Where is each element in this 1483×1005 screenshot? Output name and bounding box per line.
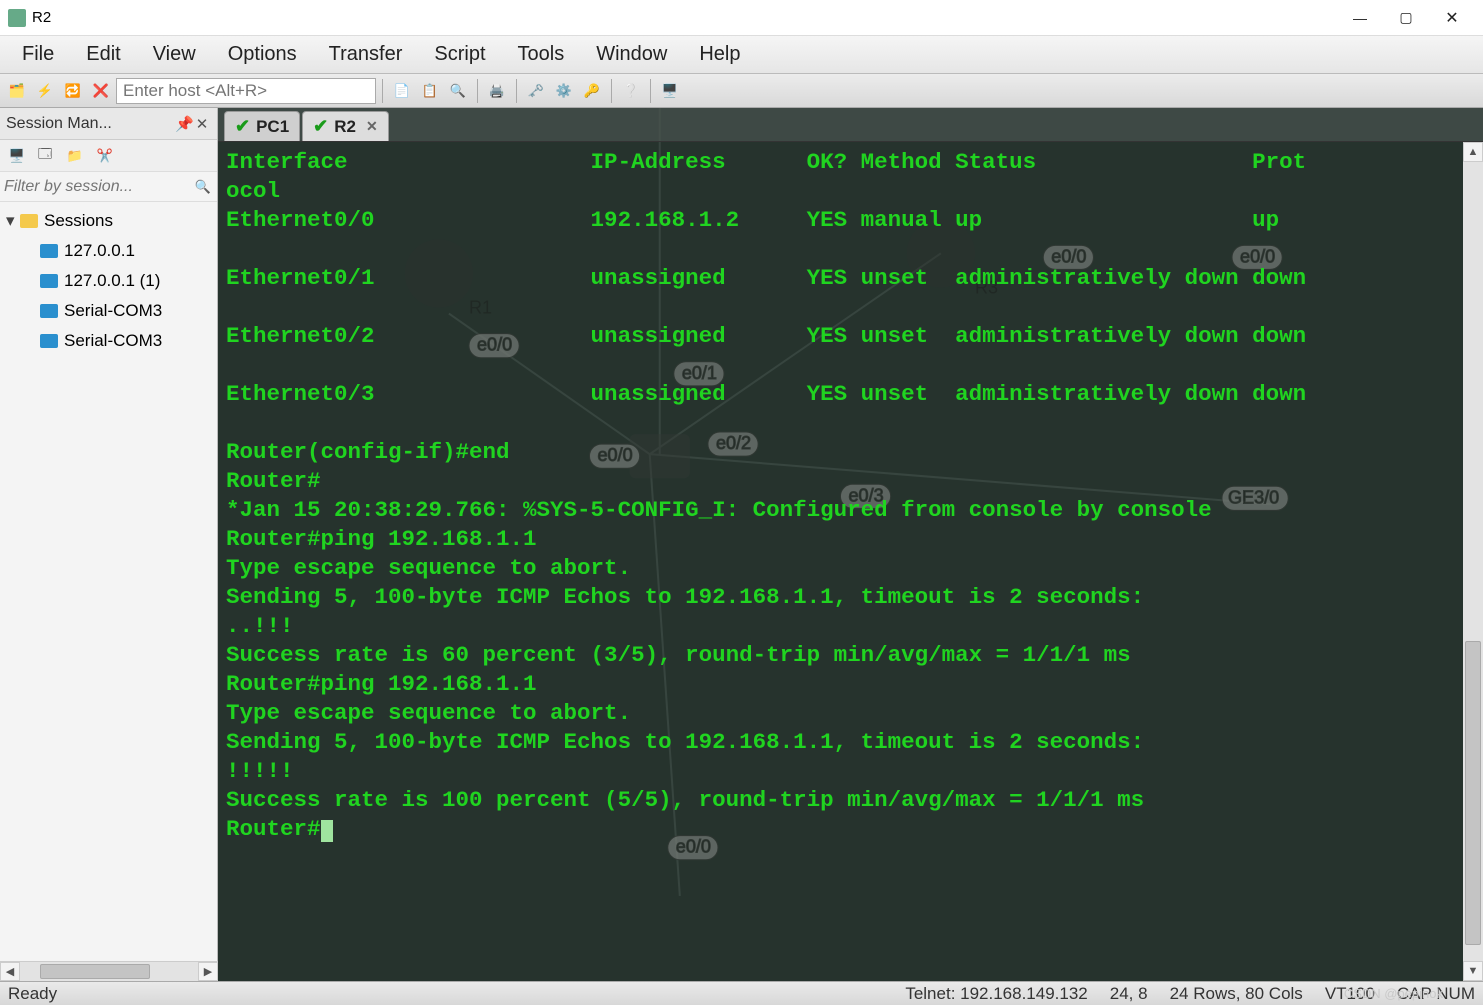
titlebar: R2 — ▢ ✕: [0, 0, 1483, 36]
session-item[interactable]: 127.0.0.1 (1): [0, 266, 217, 296]
check-icon: ✔: [235, 116, 250, 137]
reconnect-icon[interactable]: 🔁: [60, 78, 86, 104]
disconnect-icon[interactable]: ❌: [88, 78, 114, 104]
vertical-scrollbar[interactable]: ▲ ▼: [1463, 142, 1483, 981]
menu-transfer[interactable]: Transfer: [313, 37, 419, 72]
screen-icon[interactable]: 🖥️: [657, 78, 683, 104]
menu-script[interactable]: Script: [418, 37, 501, 72]
toolbar-separator: [477, 79, 478, 103]
new-tab-icon[interactable]: 🗔: [32, 143, 58, 169]
scroll-track[interactable]: [1463, 162, 1483, 961]
session-label: 127.0.0.1: [64, 241, 135, 261]
session-tree[interactable]: ▾ Sessions 127.0.0.1 127.0.0.1 (1) Seria…: [0, 202, 217, 981]
tree-root-label: Sessions: [44, 211, 113, 231]
menu-file[interactable]: File: [6, 37, 70, 72]
monitor-icon: [40, 274, 58, 288]
new-session-icon[interactable]: 🖥️: [4, 143, 30, 169]
menu-tools[interactable]: Tools: [502, 37, 581, 72]
main-toolbar: 🗂️ ⚡ 🔁 ❌ 📄 📋 🔍 🖨️ 🗝️ ⚙️ 🔑 ❔ 🖥️: [0, 74, 1483, 108]
session-item[interactable]: Serial-COM3: [0, 296, 217, 326]
filter-input[interactable]: [4, 178, 195, 196]
minimize-button[interactable]: —: [1337, 3, 1383, 33]
session-label: 127.0.0.1 (1): [64, 271, 160, 291]
session-manager-panel: Session Man... 📌 ✕ 🖥️ 🗔 📁 ✂️ 🔍 ▾ Session…: [0, 108, 218, 981]
status-connection: Telnet: 192.168.149.132: [905, 984, 1087, 1004]
monitor-icon: [40, 304, 58, 318]
copy-icon[interactable]: 📄: [389, 78, 415, 104]
session-filter: 🔍: [0, 172, 217, 202]
menu-help[interactable]: Help: [683, 37, 756, 72]
menubar: File Edit View Options Transfer Script T…: [0, 36, 1483, 74]
panel-close-icon[interactable]: ✕: [193, 115, 211, 133]
paste-icon[interactable]: 📋: [417, 78, 443, 104]
tab-close-icon[interactable]: ✕: [366, 118, 378, 135]
tab-label: R2: [334, 117, 356, 137]
tree-root[interactable]: ▾ Sessions: [0, 206, 217, 236]
tab-pc1[interactable]: ✔ PC1: [224, 111, 300, 141]
options-icon[interactable]: ⚙️: [551, 78, 577, 104]
key-icon[interactable]: 🔑: [579, 78, 605, 104]
session-label: Serial-COM3: [64, 301, 162, 321]
chevron-down-icon[interactable]: ▾: [6, 211, 20, 231]
tab-r2[interactable]: ✔ R2 ✕: [302, 111, 389, 141]
session-item[interactable]: Serial-COM3: [0, 326, 217, 356]
window-title: R2: [32, 9, 1337, 26]
session-tree-icon[interactable]: 🗂️: [4, 78, 30, 104]
pin-icon[interactable]: 📌: [175, 115, 193, 133]
scroll-down-icon[interactable]: ▼: [1463, 961, 1483, 981]
menu-window[interactable]: Window: [580, 37, 683, 72]
toolbar-separator: [382, 79, 383, 103]
menu-view[interactable]: View: [137, 37, 212, 72]
panel-title: Session Man...: [6, 115, 112, 133]
menu-edit[interactable]: Edit: [70, 37, 136, 72]
status-size: 24 Rows, 80 Cols: [1170, 984, 1303, 1004]
app-icon: [8, 9, 26, 27]
scroll-thumb[interactable]: [1465, 641, 1481, 945]
scroll-left-icon[interactable]: ◀: [0, 962, 20, 981]
maximize-button[interactable]: ▢: [1383, 3, 1429, 33]
host-input[interactable]: [116, 78, 376, 104]
panel-header: Session Man... 📌 ✕: [0, 108, 217, 140]
session-toolbar: 🖥️ 🗔 📁 ✂️: [0, 140, 217, 172]
watermark: CSDN @pepinok: [1344, 986, 1443, 1001]
content-area: R1 R3 ▶ R2 e0/0 e0/0 e0/1 e0/2 e0/3 e0/0…: [218, 108, 1483, 981]
scroll-thumb[interactable]: [40, 964, 150, 979]
monitor-icon: [40, 244, 58, 258]
print-icon[interactable]: 🖨️: [484, 78, 510, 104]
statusbar: Ready Telnet: 192.168.149.132 24, 8 24 R…: [0, 981, 1483, 1005]
tab-label: PC1: [256, 117, 289, 137]
scroll-track[interactable]: [20, 962, 198, 981]
status-ready: Ready: [8, 984, 57, 1004]
search-icon[interactable]: 🔍: [195, 179, 213, 195]
scroll-up-icon[interactable]: ▲: [1463, 142, 1483, 162]
status-cursor: 24, 8: [1110, 984, 1148, 1004]
toolbar-separator: [611, 79, 612, 103]
folder-icon[interactable]: 📁: [62, 143, 88, 169]
folder-icon: [20, 214, 38, 228]
quick-connect-icon[interactable]: ⚡: [32, 78, 58, 104]
horizontal-scrollbar[interactable]: ◀ ▶: [0, 961, 218, 981]
cut-icon[interactable]: ✂️: [92, 143, 118, 169]
close-button[interactable]: ✕: [1429, 3, 1475, 33]
properties-icon[interactable]: 🗝️: [523, 78, 549, 104]
session-tabs: ✔ PC1 ✔ R2 ✕: [218, 108, 1483, 142]
session-item[interactable]: 127.0.0.1: [0, 236, 217, 266]
scroll-right-icon[interactable]: ▶: [198, 962, 218, 981]
terminal-output[interactable]: Interface IP-Address OK? Method Status P…: [218, 142, 1483, 981]
find-icon[interactable]: 🔍: [445, 78, 471, 104]
toolbar-separator: [650, 79, 651, 103]
check-icon: ✔: [313, 116, 328, 137]
help-icon[interactable]: ❔: [618, 78, 644, 104]
monitor-icon: [40, 334, 58, 348]
toolbar-separator: [516, 79, 517, 103]
menu-options[interactable]: Options: [212, 37, 313, 72]
session-label: Serial-COM3: [64, 331, 162, 351]
main-area: Session Man... 📌 ✕ 🖥️ 🗔 📁 ✂️ 🔍 ▾ Session…: [0, 108, 1483, 981]
